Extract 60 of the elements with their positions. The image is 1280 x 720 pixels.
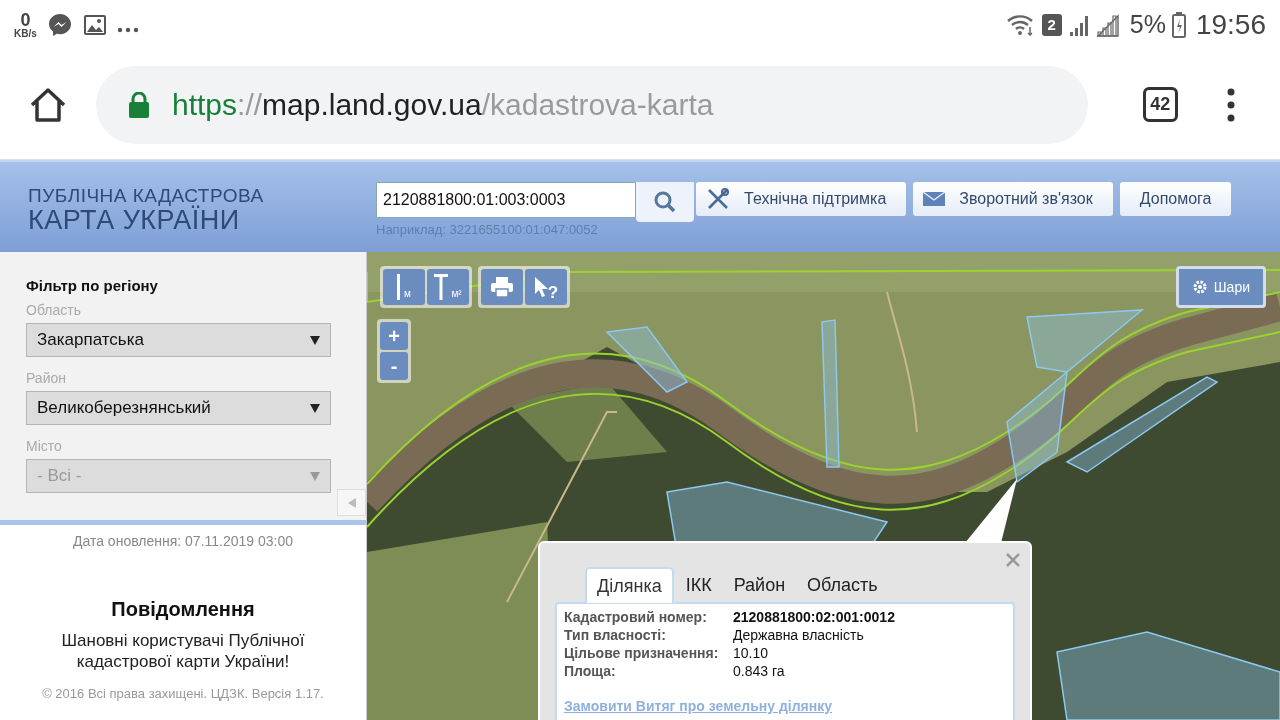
field-label: Кадастровий номер: (564, 608, 708, 626)
filter-label: Область (26, 303, 82, 317)
t-shape-icon (434, 274, 449, 300)
image-icon (82, 14, 107, 36)
field-value: 2120881800:02:001:0012 (733, 608, 895, 626)
wifi-icon (1005, 13, 1036, 37)
envelope-icon (923, 192, 946, 206)
gear-icon (1191, 279, 1208, 295)
field-label: Тип власності: (564, 626, 667, 644)
print-button[interactable] (481, 269, 523, 305)
cursor-icon (533, 276, 548, 298)
region-select[interactable]: Великоберезнянський (26, 391, 331, 425)
copyright-text: © 2016 Всі права захищені. ЦДЗК. Версія 1.17. (42, 685, 324, 703)
tools-icon (706, 187, 730, 211)
popup-tab[interactable]: Район (723, 567, 796, 603)
popup-tab[interactable]: Ділянка (585, 567, 674, 603)
dropdown-caret-icon (310, 403, 320, 413)
filter-title: Фільтр по регіону (26, 278, 159, 293)
tab-count-button[interactable]: 42 (1142, 87, 1178, 122)
notice-text: Шановні користувачі Публічної кадастрової карти України! (60, 630, 306, 672)
filter-label: Місто (26, 439, 63, 453)
notice-title: Повідомлення (111, 597, 255, 622)
update-date: Дата оновлення: 07.11.2019 03:00 (72, 532, 293, 551)
region-select[interactable]: Закарпатська (26, 323, 331, 357)
region-select: - Всі - (26, 459, 331, 493)
popup-tab[interactable]: ІКК (675, 567, 722, 603)
help-button[interactable]: Допомога (1119, 182, 1232, 216)
logo-subtitle: КАРТА УКРАЇНИ (28, 207, 240, 234)
messenger-icon (46, 12, 73, 38)
feedback-button[interactable]: Зворотний зв'язок (913, 182, 1113, 216)
cadastral-search-field[interactable]: 2120881800:01:003:0003 (376, 182, 636, 218)
network-speed-unit: KB/s (14, 29, 37, 39)
home-icon[interactable] (29, 86, 67, 123)
network-speed-value: 0 (20, 11, 31, 29)
sim-badge: 2 (1041, 14, 1062, 36)
dropdown-caret-icon (310, 335, 320, 345)
filter-label: Район (26, 371, 67, 385)
printer-icon (490, 276, 514, 298)
field-label: Цільове призначення: (564, 644, 720, 662)
clock-time: 19:56 (1195, 8, 1266, 42)
field-value: Державна власність (733, 626, 864, 644)
menu-icon[interactable] (1227, 87, 1236, 122)
tech-support-button[interactable]: Технічна підтримка (696, 182, 907, 216)
field-value: 0.843 га (733, 662, 785, 680)
battery-icon (1171, 12, 1186, 38)
field-label: Площа: (564, 662, 617, 680)
address-bar[interactable]: https://map.land.gov.ua/kadastrova-karta (96, 65, 1088, 144)
popup-tab[interactable]: Область (797, 567, 888, 603)
close-button[interactable] (1004, 551, 1022, 569)
logo-title: ПУБЛІЧНА КАДАСТРОВА (28, 186, 265, 205)
search-icon (653, 190, 677, 214)
field-value: 10.10 (733, 644, 769, 662)
dropdown-caret-icon (310, 471, 320, 481)
lock-icon (128, 91, 150, 118)
more-notifications-icon (116, 27, 139, 33)
url-text: https://map.land.gov.ua/kadastrova-karta (172, 87, 714, 123)
vertical-bar-icon (397, 274, 402, 300)
search-button[interactable] (636, 182, 694, 222)
left-triangle-icon (346, 496, 357, 509)
battery-percent: 5% (1129, 9, 1166, 41)
